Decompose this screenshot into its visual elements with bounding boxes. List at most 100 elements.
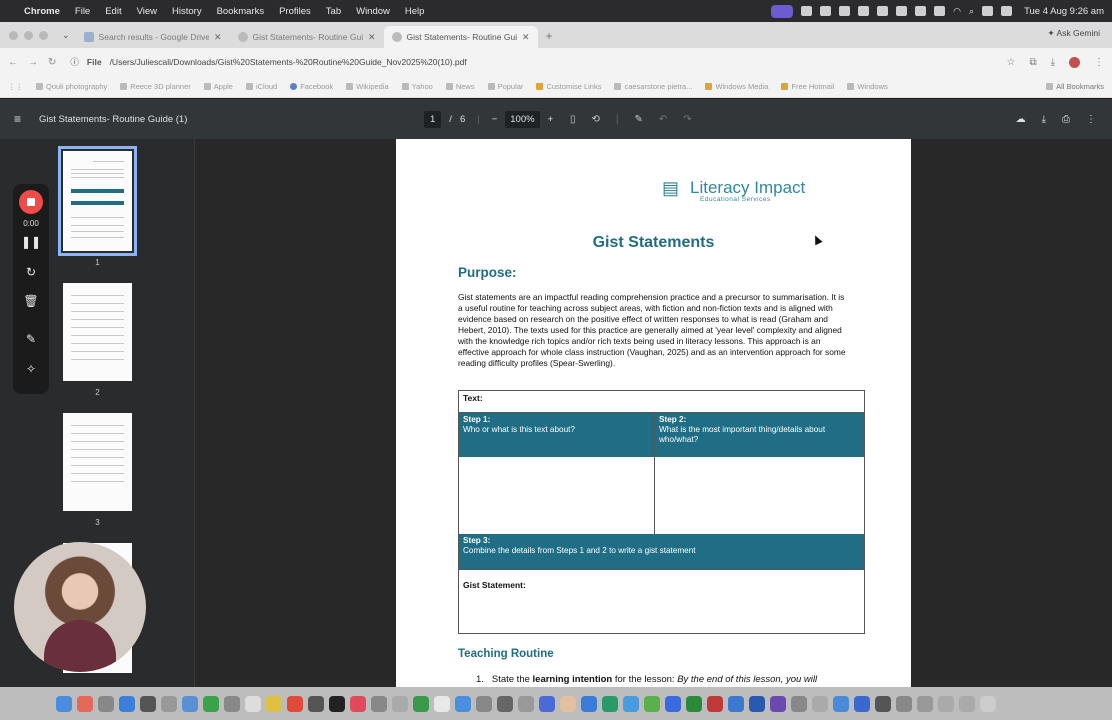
bookmark-item[interactable]: iCloud xyxy=(245,82,277,91)
app-icon[interactable] xyxy=(140,695,156,712)
screen-record-status-icon[interactable] xyxy=(771,4,794,18)
print-icon[interactable]: ⎙ xyxy=(1062,114,1070,125)
app-icon[interactable] xyxy=(161,695,177,712)
close-tab-icon[interactable]: ✕ xyxy=(368,32,376,43)
app-icon[interactable] xyxy=(707,695,723,712)
more-options-icon[interactable]: ⋮ xyxy=(1086,114,1096,125)
bookmark-item[interactable]: Customise Links xyxy=(536,82,601,91)
menu-file[interactable]: File xyxy=(75,6,90,17)
battery-icon[interactable] xyxy=(934,6,946,16)
info-icon[interactable]: ⓘ xyxy=(70,56,79,68)
tab-google-drive[interactable]: Search results - Google Drive ✕ xyxy=(76,26,230,48)
menubar-clock[interactable]: Tue 4 Aug 9:26 am xyxy=(1024,6,1104,17)
app-icon[interactable] xyxy=(938,695,954,712)
status-icon[interactable] xyxy=(877,6,889,16)
word-icon[interactable] xyxy=(749,695,765,712)
redo-icon[interactable]: ↷ xyxy=(683,114,691,125)
app-icon[interactable] xyxy=(644,695,660,712)
app-icon[interactable] xyxy=(770,695,786,712)
app-icon[interactable] xyxy=(371,695,387,712)
chrome-icon[interactable] xyxy=(434,695,450,712)
app-icon[interactable] xyxy=(560,695,576,712)
app-icon[interactable] xyxy=(497,695,513,712)
menu-tab[interactable]: Tab xyxy=(326,6,341,17)
status-icon[interactable] xyxy=(820,6,832,16)
undo-icon[interactable]: ↶ xyxy=(659,114,667,125)
bookmark-item[interactable]: Facebook xyxy=(290,82,333,91)
spotlight-icon[interactable]: ⌕ xyxy=(969,6,974,17)
bookmark-item[interactable]: caesarstone pietra... xyxy=(614,82,692,91)
app-icon[interactable] xyxy=(833,695,849,712)
app-icon[interactable] xyxy=(896,695,912,712)
back-arrow-icon[interactable]: ← xyxy=(8,57,18,68)
app-icon[interactable] xyxy=(308,695,324,712)
fit-page-icon[interactable]: ▯ xyxy=(570,114,576,125)
bookmark-item[interactable]: News xyxy=(445,82,475,91)
download-icon[interactable]: ⤓ xyxy=(1042,114,1046,125)
apple-tv-icon[interactable] xyxy=(329,695,345,712)
wifi-icon[interactable]: ◠ xyxy=(953,6,961,17)
music-icon[interactable] xyxy=(350,695,366,712)
menu-app-name[interactable]: Chrome xyxy=(24,6,60,17)
new-tab-button[interactable]: + xyxy=(538,29,561,48)
menu-profiles[interactable]: Profiles xyxy=(279,6,311,17)
app-icon[interactable] xyxy=(728,695,744,712)
menu-bookmarks[interactable]: Bookmarks xyxy=(217,6,265,17)
launchpad-icon[interactable] xyxy=(77,695,93,712)
zoom-in-button[interactable]: + xyxy=(548,114,554,125)
page-thumbnail-3[interactable] xyxy=(63,413,132,511)
bookmark-item[interactable]: Wikipedia xyxy=(346,82,389,91)
app-icon[interactable] xyxy=(581,695,597,712)
page-number-input[interactable]: 1 xyxy=(424,110,442,128)
bookmark-item[interactable]: Yahoo xyxy=(401,82,433,91)
close-window-button[interactable] xyxy=(9,31,18,40)
app-icon[interactable] xyxy=(602,695,618,712)
app-icon[interactable] xyxy=(791,695,807,712)
tab-search-chevron-icon[interactable]: ⌄ xyxy=(56,30,76,48)
trash-icon[interactable]: 🗑 xyxy=(13,294,49,308)
more-menu-icon[interactable]: ⋮ xyxy=(1094,57,1104,68)
app-icon[interactable] xyxy=(917,695,933,712)
app-icon[interactable] xyxy=(518,695,534,712)
menu-help[interactable]: Help xyxy=(405,6,425,17)
menu-window[interactable]: Window xyxy=(356,6,390,17)
trash-icon[interactable] xyxy=(980,695,996,712)
hamburger-menu-icon[interactable]: ≡ xyxy=(14,112,21,126)
minimize-window-button[interactable] xyxy=(24,31,33,40)
notes-icon[interactable] xyxy=(266,695,282,712)
bookmark-item[interactable]: Free Hotmail xyxy=(781,82,834,91)
close-tab-icon[interactable]: ✕ xyxy=(214,32,222,43)
app-store-icon[interactable] xyxy=(119,695,135,712)
stop-recording-button[interactable] xyxy=(19,190,43,214)
bookmark-folder[interactable]: Popular xyxy=(487,82,523,91)
restart-icon[interactable]: ↻ xyxy=(13,265,49,279)
rotate-icon[interactable]: ⟲ xyxy=(592,114,600,125)
all-bookmarks-button[interactable]: All Bookmarks xyxy=(1046,82,1104,91)
menu-history[interactable]: History xyxy=(172,6,202,17)
bookmark-item[interactable]: Windows xyxy=(847,82,888,91)
zoom-out-button[interactable]: − xyxy=(492,114,498,125)
mail-icon[interactable] xyxy=(182,695,198,712)
app-icon[interactable] xyxy=(287,695,303,712)
close-tab-icon[interactable]: ✕ xyxy=(522,32,530,43)
messages-icon[interactable] xyxy=(203,695,219,712)
forward-arrow-icon[interactable]: → xyxy=(28,57,38,68)
profile-avatar[interactable] xyxy=(1069,56,1080,68)
menu-edit[interactable]: Edit xyxy=(105,6,121,17)
excel-icon[interactable] xyxy=(686,695,702,712)
pause-icon[interactable]: ❚❚ xyxy=(13,235,49,249)
status-icon[interactable] xyxy=(858,6,870,16)
zoom-window-button[interactable] xyxy=(39,31,48,40)
bookmark-item[interactable]: Windows Media xyxy=(705,82,768,91)
download-icon[interactable]: ⤓ xyxy=(1051,57,1055,68)
app-icon[interactable] xyxy=(875,695,891,712)
effects-icon[interactable]: ✧ xyxy=(13,362,49,376)
status-icon[interactable] xyxy=(801,6,813,16)
zoom-level-input[interactable]: 100% xyxy=(505,110,540,128)
zoom-app-icon[interactable] xyxy=(665,695,681,712)
tab-gist-statements[interactable]: Gist Statements- Routine Gui... ✕ xyxy=(230,26,384,48)
app-icon[interactable] xyxy=(98,695,114,712)
webcam-bubble[interactable] xyxy=(14,542,146,672)
app-icon[interactable] xyxy=(455,695,471,712)
apps-grid-icon[interactable]: ⋮⋮ xyxy=(8,82,23,91)
